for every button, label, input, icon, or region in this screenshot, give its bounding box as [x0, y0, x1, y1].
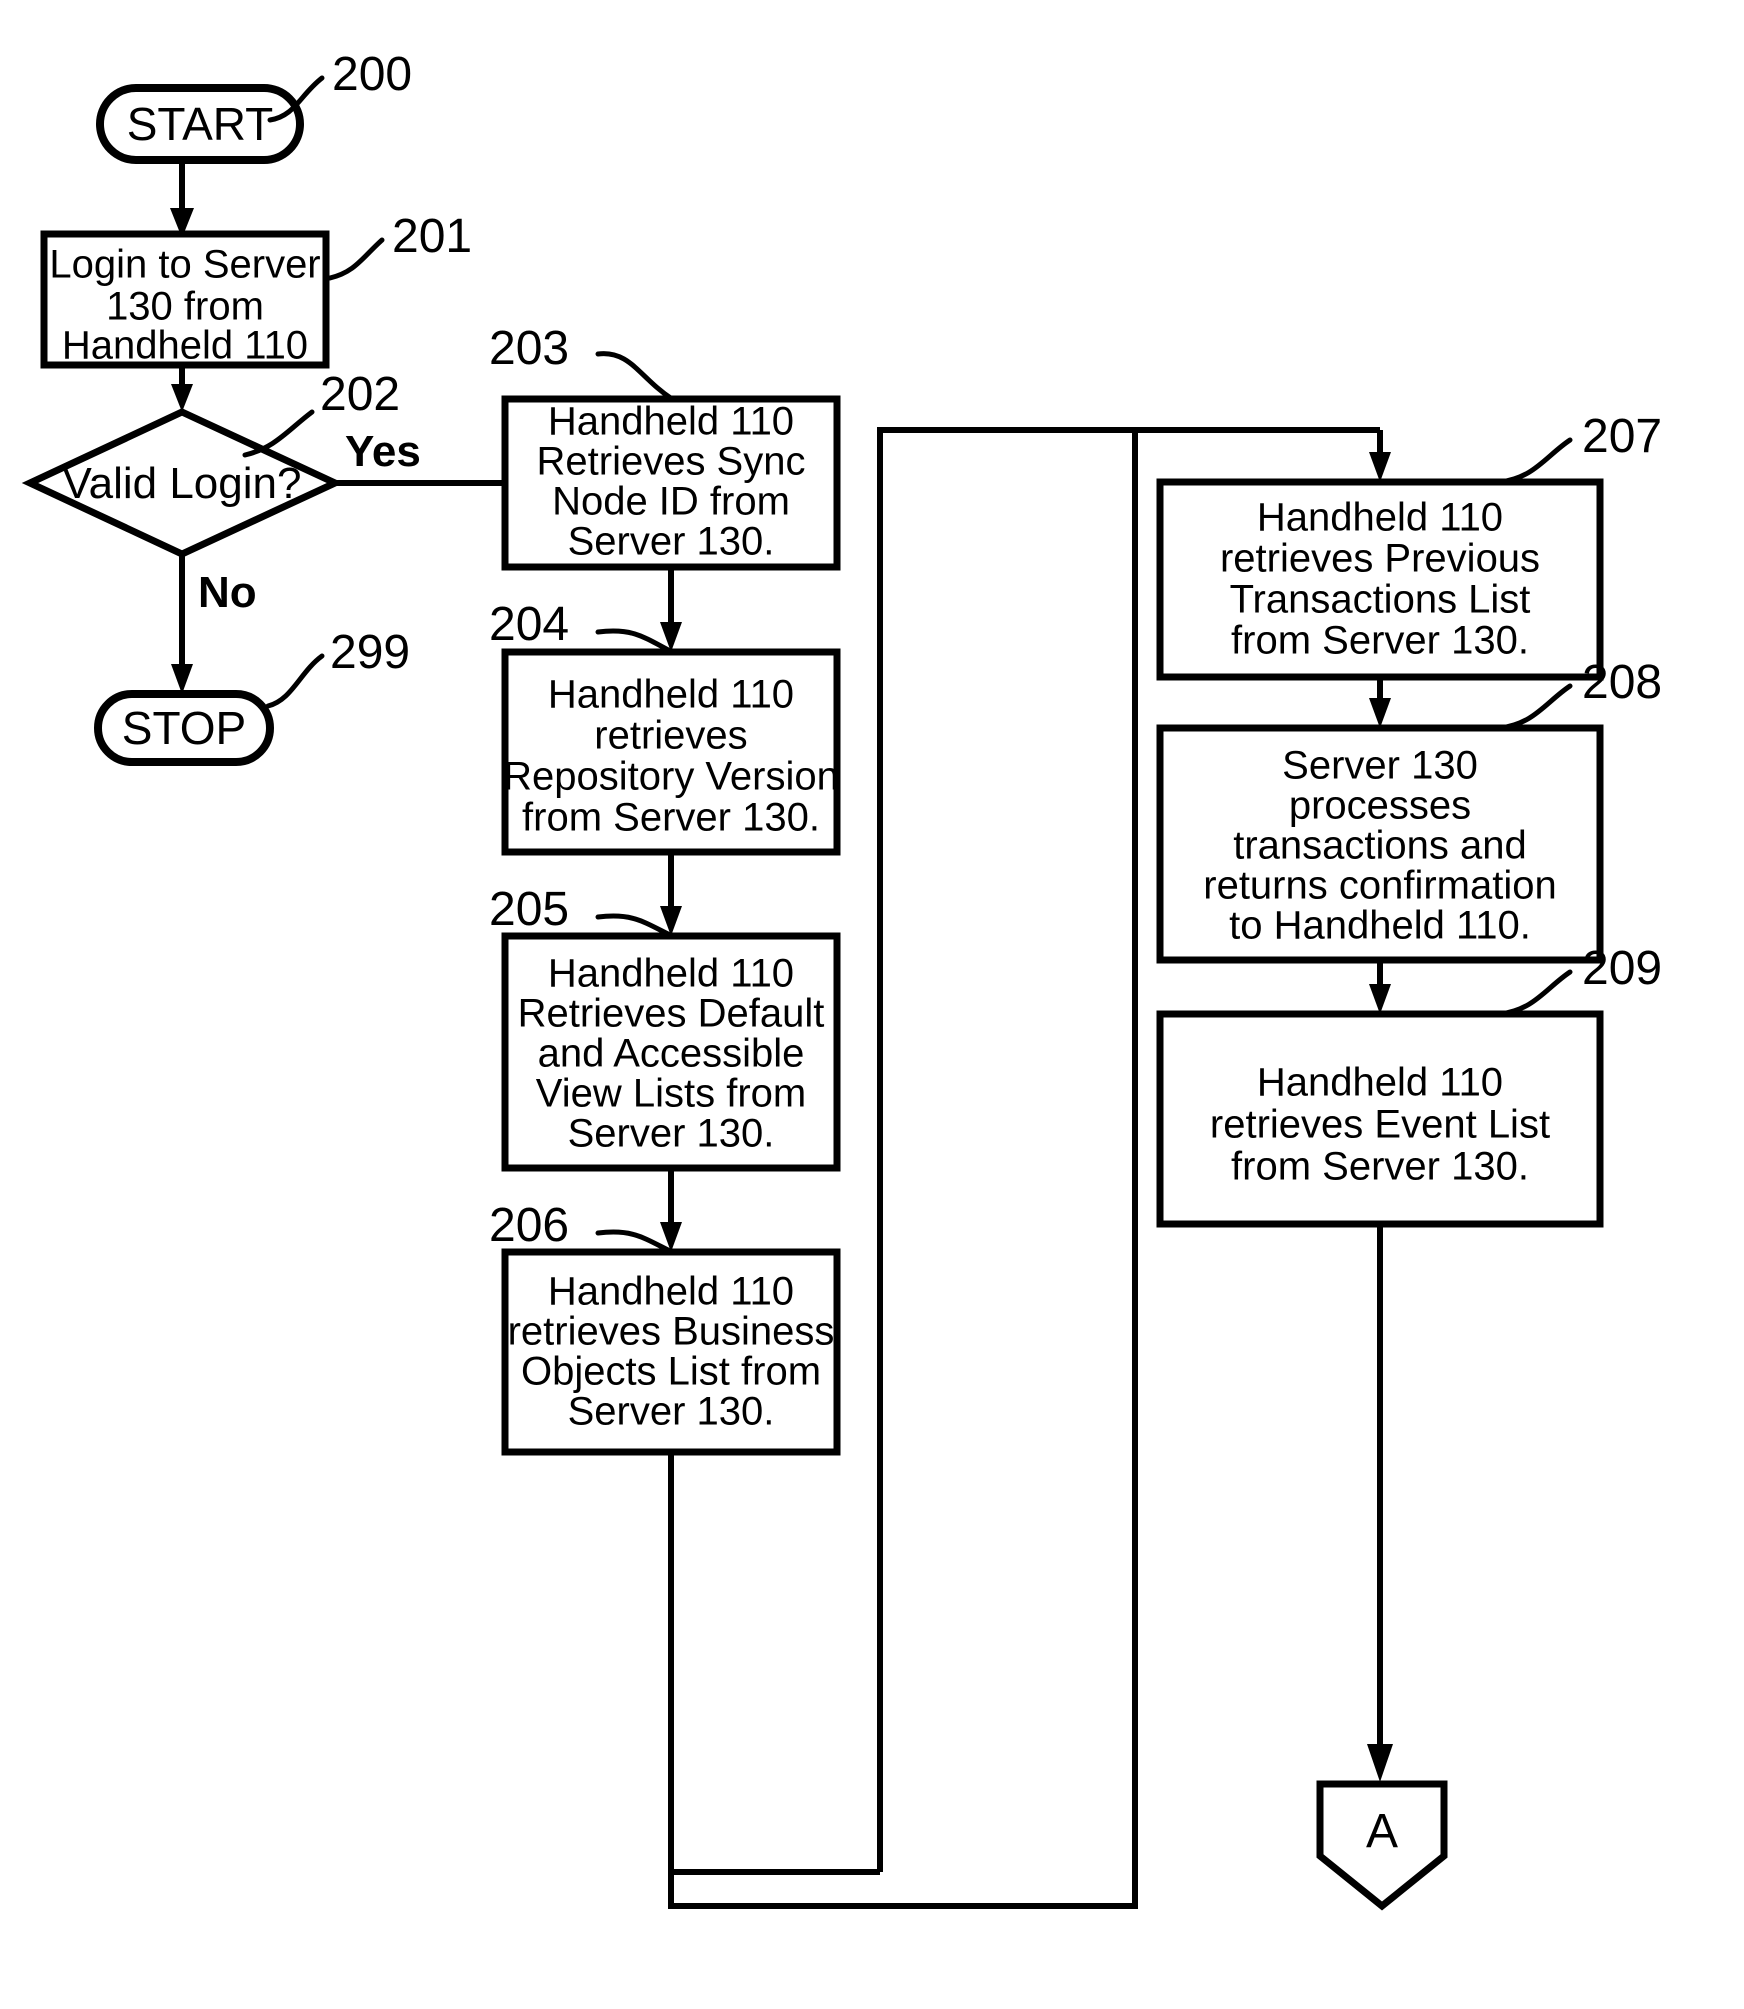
ref-205: 205 [489, 883, 569, 936]
ref-201: 201 [392, 210, 472, 263]
repository-version-line-2: retrieves [594, 714, 747, 758]
repository-version-line-1: Handheld 110 [548, 673, 794, 717]
edge-206-return-rail [877, 427, 1135, 1872]
stop-label: STOP [122, 702, 246, 754]
node-event-list: Handheld 110 retrieves Event List from S… [1156, 1010, 1604, 1228]
previous-transactions-line-2: retrieves Previous [1220, 537, 1540, 581]
ref-200: 200 [332, 48, 412, 101]
edge-label-yes: Yes [345, 427, 421, 476]
business-objects-line-2: retrieves Business [508, 1310, 835, 1354]
edge-label-no: No [198, 568, 257, 617]
arrowhead-into-207 [1369, 452, 1391, 482]
leader-207 [1497, 437, 1573, 485]
business-objects-line-1: Handheld 110 [548, 1270, 794, 1314]
login-line-2: 130 from [106, 285, 264, 329]
process-transactions-line-4: returns confirmation [1203, 864, 1556, 908]
ref-206: 206 [489, 1199, 569, 1252]
previous-transactions-line-4: from Server 130. [1231, 619, 1529, 663]
view-lists-line-5: Server 130. [568, 1112, 775, 1156]
login-line-3: Handheld 110 [62, 324, 308, 368]
process-transactions-line-5: to Handheld 110. [1229, 904, 1531, 948]
view-lists-line-2: Retrieves Default [518, 992, 825, 1036]
node-business-objects: Handheld 110 retrieves Business Objects … [501, 1248, 841, 1456]
process-transactions-line-3: transactions and [1233, 824, 1527, 868]
node-previous-transactions: Handheld 110 retrieves Previous Transact… [1156, 478, 1604, 681]
ref-299: 299 [330, 626, 410, 679]
event-list-line-3: from Server 130. [1231, 1145, 1529, 1189]
sync-node-id-line-3: Node ID from [552, 480, 790, 524]
event-list-line-1: Handheld 110 [1257, 1061, 1503, 1105]
flowchart-svg: START 200 Login to Server 130 from Handh… [21, 48, 1662, 1911]
decision-label: Valid Login? [63, 459, 302, 508]
node-start: START [96, 84, 304, 164]
ref-208: 208 [1582, 656, 1662, 709]
arrowhead-209-to-connector-a [1367, 1744, 1393, 1782]
node-view-lists: Handheld 110 Retrieves Default and Acces… [501, 932, 841, 1172]
node-connector-a: A [1316, 1780, 1448, 1911]
flowchart-canvas: START 200 Login to Server 130 from Handh… [0, 0, 1744, 2009]
process-transactions-line-1: Server 130 [1282, 744, 1478, 788]
arrowhead-no-to-stop [171, 664, 193, 694]
leader-299 [265, 653, 325, 709]
view-lists-line-1: Handheld 110 [548, 952, 794, 996]
arrowhead-201-to-202 [171, 384, 193, 412]
view-lists-line-4: View Lists from [536, 1072, 806, 1116]
node-process-transactions: Server 130 processes transactions and re… [1156, 724, 1604, 964]
node-stop: STOP [94, 690, 274, 766]
ref-207: 207 [1582, 410, 1662, 463]
start-label: START [127, 98, 274, 150]
arrowhead-208-to-209 [1369, 984, 1391, 1014]
node-sync-node-id: Handheld 110 Retrieves Sync Node ID from… [501, 395, 841, 571]
ref-203: 203 [489, 322, 569, 375]
repository-version-line-3: Repository Version [503, 755, 839, 799]
ref-202: 202 [320, 368, 400, 421]
ref-204: 204 [489, 598, 569, 651]
process-transactions-line-2: processes [1289, 784, 1471, 828]
sync-node-id-line-4: Server 130. [568, 520, 775, 564]
node-login: Login to Server 130 from Handheld 110 [40, 230, 330, 369]
connector-a-label: A [1366, 1805, 1398, 1858]
sync-node-id-line-2: Retrieves Sync [537, 440, 806, 484]
business-objects-line-3: Objects List from [521, 1350, 821, 1394]
leader-201 [327, 237, 385, 281]
login-line-1: Login to Server [49, 243, 320, 287]
event-list-line-2: retrieves Event List [1210, 1103, 1550, 1147]
business-objects-line-4: Server 130. [568, 1390, 775, 1434]
ref-209: 209 [1582, 942, 1662, 995]
leader-209 [1497, 969, 1573, 1017]
previous-transactions-line-1: Handheld 110 [1257, 496, 1503, 540]
leader-203 [595, 351, 675, 402]
repository-version-line-4: from Server 130. [522, 796, 820, 840]
leader-208 [1497, 683, 1573, 731]
node-repository-version: Handheld 110 retrieves Repository Versio… [501, 648, 841, 856]
previous-transactions-line-3: Transactions List [1230, 578, 1531, 622]
arrowhead-207-to-208 [1369, 698, 1391, 728]
sync-node-id-line-1: Handheld 110 [548, 400, 794, 444]
view-lists-line-3: and Accessible [538, 1032, 805, 1076]
